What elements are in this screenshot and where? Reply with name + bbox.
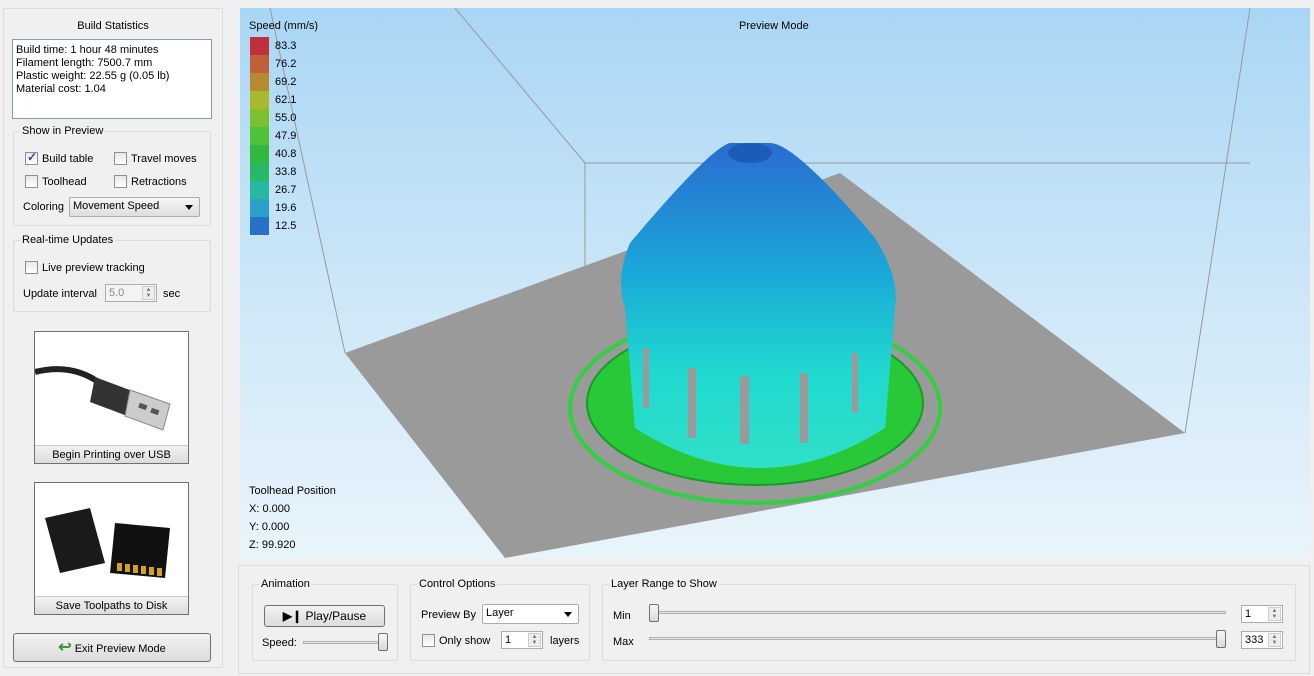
disk-button-label: Save Toolpaths to Disk: [35, 596, 188, 614]
max-layer-thumb[interactable]: [1216, 630, 1226, 648]
group-title: Real-time Updates: [20, 234, 116, 246]
play-pause-icon: ▶❙: [282, 609, 303, 623]
only-show-checkbox[interactable]: [422, 634, 435, 647]
min-label: Min: [613, 610, 631, 622]
stat-line: Filament length: 7500.7 mm: [16, 57, 153, 69]
3d-preview-viewport[interactable]: Speed (mm/s) 83.3 76.2 69.2 62.1 55.0 47.9 40.…: [240, 8, 1310, 558]
legend-swatch: [250, 217, 269, 235]
group-title: Layer Range to Show: [609, 578, 719, 590]
toolhead-label: Toolhead: [42, 176, 87, 188]
retractions-label: Retractions: [131, 176, 187, 188]
build-stats-title: Build Statistics: [77, 20, 149, 32]
coloring-label: Coloring: [23, 201, 64, 213]
interval-spinbox[interactable]: 5.0 ▲ ▼: [105, 284, 157, 302]
interval-unit: sec: [163, 288, 181, 300]
legend-swatch: [250, 55, 269, 73]
group-title: Control Options: [417, 578, 498, 590]
realtime-updates-group: Real-time Updates Live preview tracking …: [13, 234, 211, 312]
speed-slider-thumb[interactable]: [378, 633, 388, 651]
interval-label: Update interval: [23, 288, 97, 300]
legend-value: 62.1: [275, 94, 297, 106]
animation-group: Animation ▶❙ Play/Pause Speed:: [252, 578, 398, 661]
sd-card-icon: [45, 508, 170, 578]
travel-moves-checkbox[interactable]: [114, 152, 127, 165]
legend-value: 19.6: [275, 202, 297, 214]
stat-line: Material cost: 1.04: [16, 83, 106, 95]
legend-title: Speed (mm/s): [249, 20, 319, 32]
group-title: Animation: [259, 578, 312, 590]
only-show-label: Only show: [439, 635, 491, 647]
only-show-value: 1: [505, 634, 512, 646]
max-layer-value: 333: [1245, 634, 1264, 646]
build-table-checkbox[interactable]: [25, 150, 38, 165]
max-label: Max: [613, 636, 634, 648]
coloring-select[interactable]: Movement Speed: [69, 197, 200, 217]
min-layer-slider[interactable]: [649, 611, 1226, 614]
save-toolpaths-button[interactable]: Save Toolpaths to Disk: [34, 482, 189, 615]
legend-value: 12.5: [275, 220, 297, 232]
exit-preview-button[interactable]: ↩ Exit Preview Mode: [13, 633, 211, 662]
stat-line: Build time: 1 hour 48 minutes: [16, 44, 159, 56]
legend-value: 83.3: [275, 40, 297, 52]
play-pause-button[interactable]: ▶❙ Play/Pause: [264, 605, 385, 627]
toolpath-render: [269, 8, 1251, 558]
toolhead-position-title: Toolhead Position: [249, 485, 336, 497]
legend-value: 55.0: [275, 112, 297, 124]
preview-mode-label: Preview Mode: [739, 20, 809, 32]
build-table-label: Build table: [42, 153, 94, 165]
layers-label: layers: [550, 635, 580, 647]
legend-value: 76.2: [275, 58, 297, 70]
exit-button-label: Exit Preview Mode: [74, 643, 166, 655]
layer-range-group: Layer Range to Show Min 1 ▲ ▼ Max 333 ▲ ▼: [602, 578, 1296, 661]
toolhead-checkbox[interactable]: [25, 175, 38, 188]
legend-swatch: [250, 127, 269, 145]
interval-value: 5.0: [109, 287, 125, 299]
max-layer-slider[interactable]: [649, 637, 1226, 640]
legend-value: 33.8: [275, 166, 297, 178]
legend-value: 40.8: [275, 148, 297, 160]
control-options-group: Control Options Preview By Layer Only sh…: [410, 578, 590, 661]
build-stats-box[interactable]: Build time: 1 hour 48 minutes Filament l…: [12, 39, 212, 119]
stat-line: Plastic weight: 22.55 g (0.05 lb): [16, 70, 170, 82]
speed-slider[interactable]: [303, 641, 388, 644]
live-tracking-checkbox[interactable]: [25, 261, 38, 274]
travel-moves-label: Travel moves: [131, 153, 197, 165]
retractions-checkbox[interactable]: [114, 175, 127, 188]
live-tracking-label: Live preview tracking: [42, 262, 145, 274]
legend-swatch: [250, 37, 269, 55]
legend-swatch: [250, 145, 269, 163]
toolhead-y: Y: 0.000: [249, 521, 290, 533]
toolhead-x: X: 0.000: [249, 503, 290, 515]
min-layer-thumb[interactable]: [649, 604, 659, 622]
legend-value: 26.7: [275, 184, 297, 196]
back-arrow-icon: ↩: [58, 639, 72, 656]
begin-usb-print-button[interactable]: Begin Printing over USB: [34, 331, 189, 464]
legend-swatch: [250, 91, 269, 109]
legend-swatch: [250, 109, 269, 127]
legend-value: 47.9: [275, 130, 297, 142]
min-layer-spinbox[interactable]: 1 ▲ ▼: [1241, 605, 1283, 623]
legend-swatch: [250, 181, 269, 199]
toolhead-z: Z: 99.920: [249, 539, 296, 551]
legend-swatch: [250, 73, 269, 91]
show-in-preview-group: Show in Preview Build table Travel moves…: [13, 125, 211, 226]
only-show-spinbox[interactable]: 1 ▲ ▼: [501, 631, 543, 649]
max-layer-spinbox[interactable]: 333 ▲ ▼: [1241, 631, 1283, 649]
legend-value: 69.2: [275, 76, 297, 88]
usb-cable-icon: [34, 366, 171, 431]
play-pause-label: Play/Pause: [305, 609, 367, 623]
legend-swatch: [250, 199, 269, 217]
preview-by-label: Preview By: [421, 609, 477, 621]
group-title: Show in Preview: [20, 125, 106, 137]
preview-by-select[interactable]: Layer: [482, 604, 579, 624]
usb-button-label: Begin Printing over USB: [35, 445, 188, 463]
speed-label: Speed:: [262, 637, 297, 649]
min-layer-value: 1: [1245, 608, 1252, 620]
legend-swatch: [250, 163, 269, 181]
